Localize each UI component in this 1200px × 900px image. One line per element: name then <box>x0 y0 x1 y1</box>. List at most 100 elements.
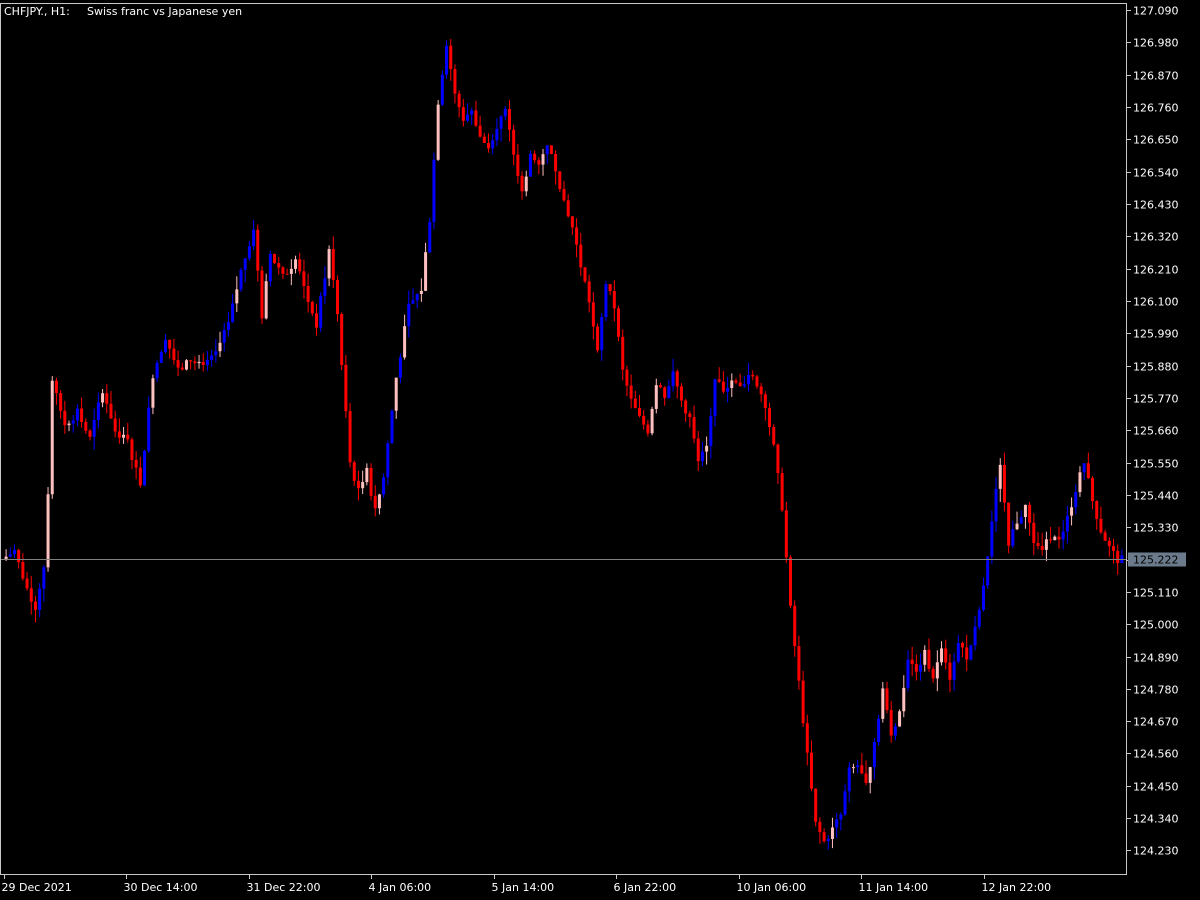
x-tick-label: 4 Jan 06:00 <box>369 881 432 894</box>
candle-body <box>117 431 121 438</box>
candle-body <box>54 380 58 394</box>
candle-body <box>562 189 566 201</box>
candle-body <box>654 385 658 409</box>
y-tick-label: 124.230 <box>1133 845 1179 858</box>
candle-body <box>1057 536 1061 540</box>
y-tick-label: 126.760 <box>1133 102 1179 115</box>
candle-body <box>650 408 654 434</box>
candle-body <box>516 154 520 176</box>
y-tick-label: 125.770 <box>1133 393 1179 406</box>
candle-body <box>17 549 21 563</box>
candle-body <box>784 510 788 558</box>
candle-body <box>721 381 725 392</box>
candle-body <box>973 626 977 646</box>
candle-body <box>1015 523 1019 530</box>
candle-body <box>42 567 46 589</box>
candle-body <box>235 289 239 304</box>
candle-body <box>1023 504 1027 518</box>
candle-body <box>910 659 914 665</box>
candle-body <box>1049 539 1053 541</box>
candle-body <box>331 249 335 280</box>
candle-body <box>579 244 583 268</box>
candle-body <box>1061 531 1065 540</box>
candle-body <box>696 438 700 462</box>
candle-body <box>189 360 193 362</box>
candle-body <box>805 723 809 753</box>
candle-body <box>1082 463 1086 473</box>
candle-body <box>927 649 931 669</box>
candle-body <box>294 259 298 269</box>
candle-body <box>323 278 327 296</box>
candle-body <box>113 418 117 432</box>
candle-body <box>625 369 629 386</box>
y-tick-label: 124.560 <box>1133 748 1179 761</box>
y-tick-label: 127.090 <box>1133 5 1179 18</box>
candle-body <box>226 322 230 331</box>
candle-body <box>453 69 457 94</box>
candle-body <box>1002 464 1006 503</box>
candle-body <box>906 659 910 688</box>
candle-body <box>1053 536 1057 541</box>
candle-body <box>436 104 440 160</box>
candle-body <box>1036 543 1040 546</box>
candle-body <box>382 477 386 495</box>
candle-body <box>445 45 449 75</box>
candle-body <box>495 128 499 141</box>
candle-body <box>172 348 176 361</box>
candle-body <box>71 420 75 424</box>
candle-body <box>507 108 511 130</box>
candle-body <box>486 143 490 149</box>
candle-body <box>243 258 247 270</box>
candlestick-chart[interactable]: 127.090 126.980 126.870 126.760 126.650 126.5… <box>0 0 1200 900</box>
candle-body <box>478 125 482 137</box>
candle-body <box>902 687 906 712</box>
candle-body <box>570 216 574 228</box>
candle-body <box>537 160 541 165</box>
candle-body <box>210 355 214 360</box>
candle-body <box>461 107 465 121</box>
candle-body <box>713 379 717 417</box>
candle-body <box>944 648 948 663</box>
candle-body <box>46 494 50 568</box>
candle-body <box>621 336 625 370</box>
candle-body <box>935 662 939 679</box>
candle-body <box>273 253 277 264</box>
candle-body <box>583 267 587 282</box>
current-price-label: 125.222 <box>1133 554 1179 567</box>
candle-body <box>126 434 130 440</box>
candle-body <box>344 364 348 412</box>
y-tick-label: 125.550 <box>1133 458 1179 471</box>
candle-body <box>256 229 260 271</box>
candle-body <box>12 549 16 555</box>
candle-body <box>390 410 394 444</box>
candle-body <box>692 417 696 439</box>
candle-body <box>340 314 344 365</box>
candle-body <box>759 386 763 395</box>
candle-body <box>319 295 323 328</box>
candle-body <box>1091 478 1095 502</box>
candle-body <box>843 791 847 815</box>
candle-body <box>403 326 407 358</box>
candle-body <box>1103 532 1107 541</box>
y-tick-label: 126.100 <box>1133 296 1179 309</box>
candle-body <box>558 171 562 190</box>
candle-body <box>373 495 377 509</box>
candle-body <box>789 557 793 606</box>
candle-body <box>1107 540 1111 547</box>
candle-body <box>260 270 264 319</box>
y-tick-label: 124.450 <box>1133 781 1179 794</box>
candle-body <box>247 246 251 259</box>
candle-body <box>1044 539 1048 550</box>
candle-body <box>868 767 872 783</box>
candle-body <box>168 339 172 349</box>
candle-body <box>197 361 201 364</box>
y-tick-label: 125.330 <box>1133 522 1179 535</box>
candle-body <box>503 108 507 117</box>
candle-body <box>205 359 209 365</box>
y-tick-label: 124.780 <box>1133 684 1179 697</box>
candle-body <box>671 371 675 387</box>
candle-body <box>33 601 37 610</box>
candle-body <box>604 284 608 317</box>
candle-body <box>1112 546 1116 551</box>
candle-body <box>88 430 92 437</box>
